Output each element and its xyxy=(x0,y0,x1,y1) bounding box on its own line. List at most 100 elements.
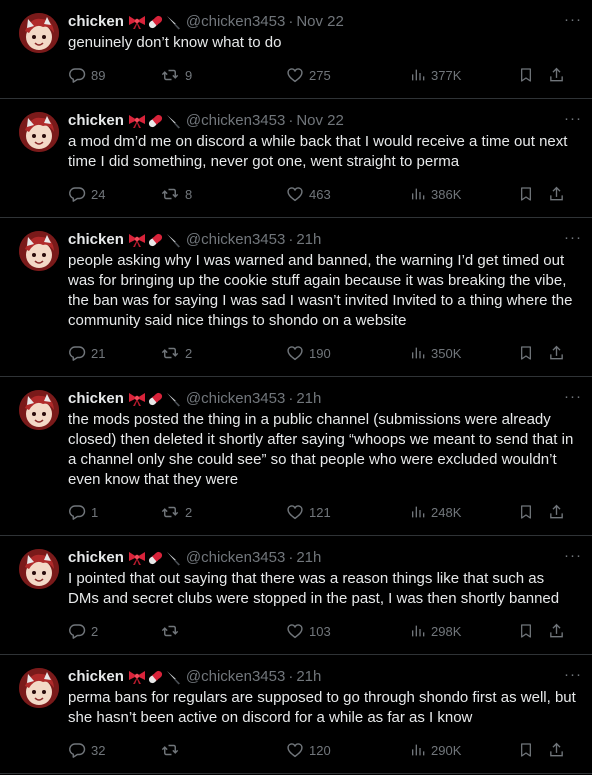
more-options-icon[interactable]: ··· xyxy=(564,389,582,405)
avatar[interactable] xyxy=(19,112,59,152)
bookmark-icon xyxy=(521,346,531,360)
reply-button[interactable]: 24 xyxy=(68,185,160,203)
heart-icon xyxy=(287,743,303,758)
retweet-button[interactable]: 8 xyxy=(160,185,286,203)
tweet-actions: 24 8 463 386K xyxy=(68,184,578,204)
bookmark-button[interactable] xyxy=(518,741,548,759)
reply-count: 89 xyxy=(91,67,106,83)
views-chart-icon xyxy=(412,188,425,200)
author-handle[interactable]: @chicken3453 xyxy=(186,667,285,687)
retweet-button[interactable]: 2 xyxy=(160,503,286,521)
like-button[interactable]: 190 xyxy=(286,344,410,362)
views-button[interactable]: 298K xyxy=(410,622,518,640)
like-count: 120 xyxy=(309,742,331,758)
bookmark-button[interactable] xyxy=(518,344,548,362)
share-button[interactable] xyxy=(548,503,568,521)
avatar[interactable] xyxy=(19,549,59,589)
ribbon-emoji-icon xyxy=(128,671,145,684)
tweet-actions: 32 120 290K xyxy=(68,740,578,760)
author-name[interactable]: chicken xyxy=(68,111,124,131)
bookmark-icon xyxy=(521,624,531,638)
more-options-icon[interactable]: ··· xyxy=(564,548,582,564)
like-count: 275 xyxy=(309,67,331,83)
author-handle[interactable]: @chicken3453 xyxy=(186,12,285,32)
reply-icon xyxy=(69,187,86,202)
share-icon xyxy=(550,504,563,519)
reply-icon xyxy=(69,624,86,639)
tweet-timestamp[interactable]: Nov 22 xyxy=(296,111,344,131)
avatar[interactable] xyxy=(19,390,59,430)
reply-button[interactable]: 1 xyxy=(68,503,160,521)
more-options-icon[interactable]: ··· xyxy=(564,230,582,246)
author-handle[interactable]: @chicken3453 xyxy=(186,389,285,409)
separator-dot: · xyxy=(288,112,294,129)
pill-emoji-icon xyxy=(148,15,162,29)
avatar[interactable] xyxy=(19,668,59,708)
view-count: 386K xyxy=(431,186,462,202)
tweet[interactable]: chicken xyxy=(0,655,592,774)
like-count: 463 xyxy=(309,186,331,202)
share-button[interactable] xyxy=(548,185,568,203)
tweet-timestamp[interactable]: 21h xyxy=(296,389,321,409)
tweet-timestamp[interactable]: 21h xyxy=(296,230,321,250)
author-handle[interactable]: @chicken3453 xyxy=(186,230,285,250)
author-name[interactable]: chicken xyxy=(68,548,124,568)
reply-icon xyxy=(69,68,86,83)
reply-button[interactable]: 32 xyxy=(68,741,160,759)
share-button[interactable] xyxy=(548,622,568,640)
more-options-icon[interactable]: ··· xyxy=(564,12,582,28)
reply-button[interactable]: 2 xyxy=(68,622,160,640)
share-button[interactable] xyxy=(548,344,568,362)
like-button[interactable]: 121 xyxy=(286,503,410,521)
avatar[interactable] xyxy=(19,231,59,271)
tweet-timestamp[interactable]: Nov 22 xyxy=(296,12,344,32)
reply-icon xyxy=(69,505,86,520)
separator-dot: · xyxy=(288,390,294,407)
views-button[interactable]: 386K xyxy=(410,185,518,203)
retweet-button[interactable]: 2 xyxy=(160,344,286,362)
tweet-text: perma bans for regulars are supposed to … xyxy=(68,689,576,726)
reply-button[interactable]: 21 xyxy=(68,344,160,362)
tweet[interactable]: chicken xyxy=(0,0,592,99)
views-button[interactable]: 248K xyxy=(410,503,518,521)
views-button[interactable]: 290K xyxy=(410,741,518,759)
author-handle[interactable]: @chicken3453 xyxy=(186,111,285,131)
views-button[interactable]: 350K xyxy=(410,344,518,362)
bookmark-icon xyxy=(521,187,531,201)
tweet[interactable]: chicken xyxy=(0,536,592,655)
reply-button[interactable]: 89 xyxy=(68,66,160,84)
author-name[interactable]: chicken xyxy=(68,667,124,687)
bookmark-button[interactable] xyxy=(518,185,548,203)
tweet[interactable]: chicken xyxy=(0,218,592,377)
retweet-button[interactable]: 9 xyxy=(160,66,286,84)
bookmark-button[interactable] xyxy=(518,503,548,521)
bookmark-button[interactable] xyxy=(518,622,548,640)
like-button[interactable]: 275 xyxy=(286,66,410,84)
share-button[interactable] xyxy=(548,66,568,84)
author-handle[interactable]: @chicken3453 xyxy=(186,548,285,568)
tweet-timestamp[interactable]: 21h xyxy=(296,667,321,687)
author-name[interactable]: chicken xyxy=(68,230,124,250)
tweet[interactable]: chicken xyxy=(0,99,592,218)
pill-emoji-icon xyxy=(148,551,162,565)
like-button[interactable]: 463 xyxy=(286,185,410,203)
author-name[interactable]: chicken xyxy=(68,12,124,32)
reply-count: 1 xyxy=(91,504,99,520)
tweet-timestamp[interactable]: 21h xyxy=(296,548,321,568)
like-button[interactable]: 103 xyxy=(286,622,410,640)
retweet-button[interactable] xyxy=(160,741,286,759)
views-button[interactable]: 377K xyxy=(410,66,518,84)
like-button[interactable]: 120 xyxy=(286,741,410,759)
retweet-button[interactable] xyxy=(160,622,286,640)
share-icon xyxy=(550,742,563,757)
tweet[interactable]: chicken xyxy=(0,377,592,536)
views-chart-icon xyxy=(412,744,425,756)
avatar[interactable] xyxy=(19,13,59,53)
bookmark-button[interactable] xyxy=(518,66,548,84)
tweet-actions: 1 2 121 248K xyxy=(68,502,578,522)
more-options-icon[interactable]: ··· xyxy=(564,667,582,683)
more-options-icon[interactable]: ··· xyxy=(564,111,582,127)
share-button[interactable] xyxy=(548,741,568,759)
author-name[interactable]: chicken xyxy=(68,389,124,409)
tweet-text: people asking why I was warned and banne… xyxy=(68,252,573,329)
